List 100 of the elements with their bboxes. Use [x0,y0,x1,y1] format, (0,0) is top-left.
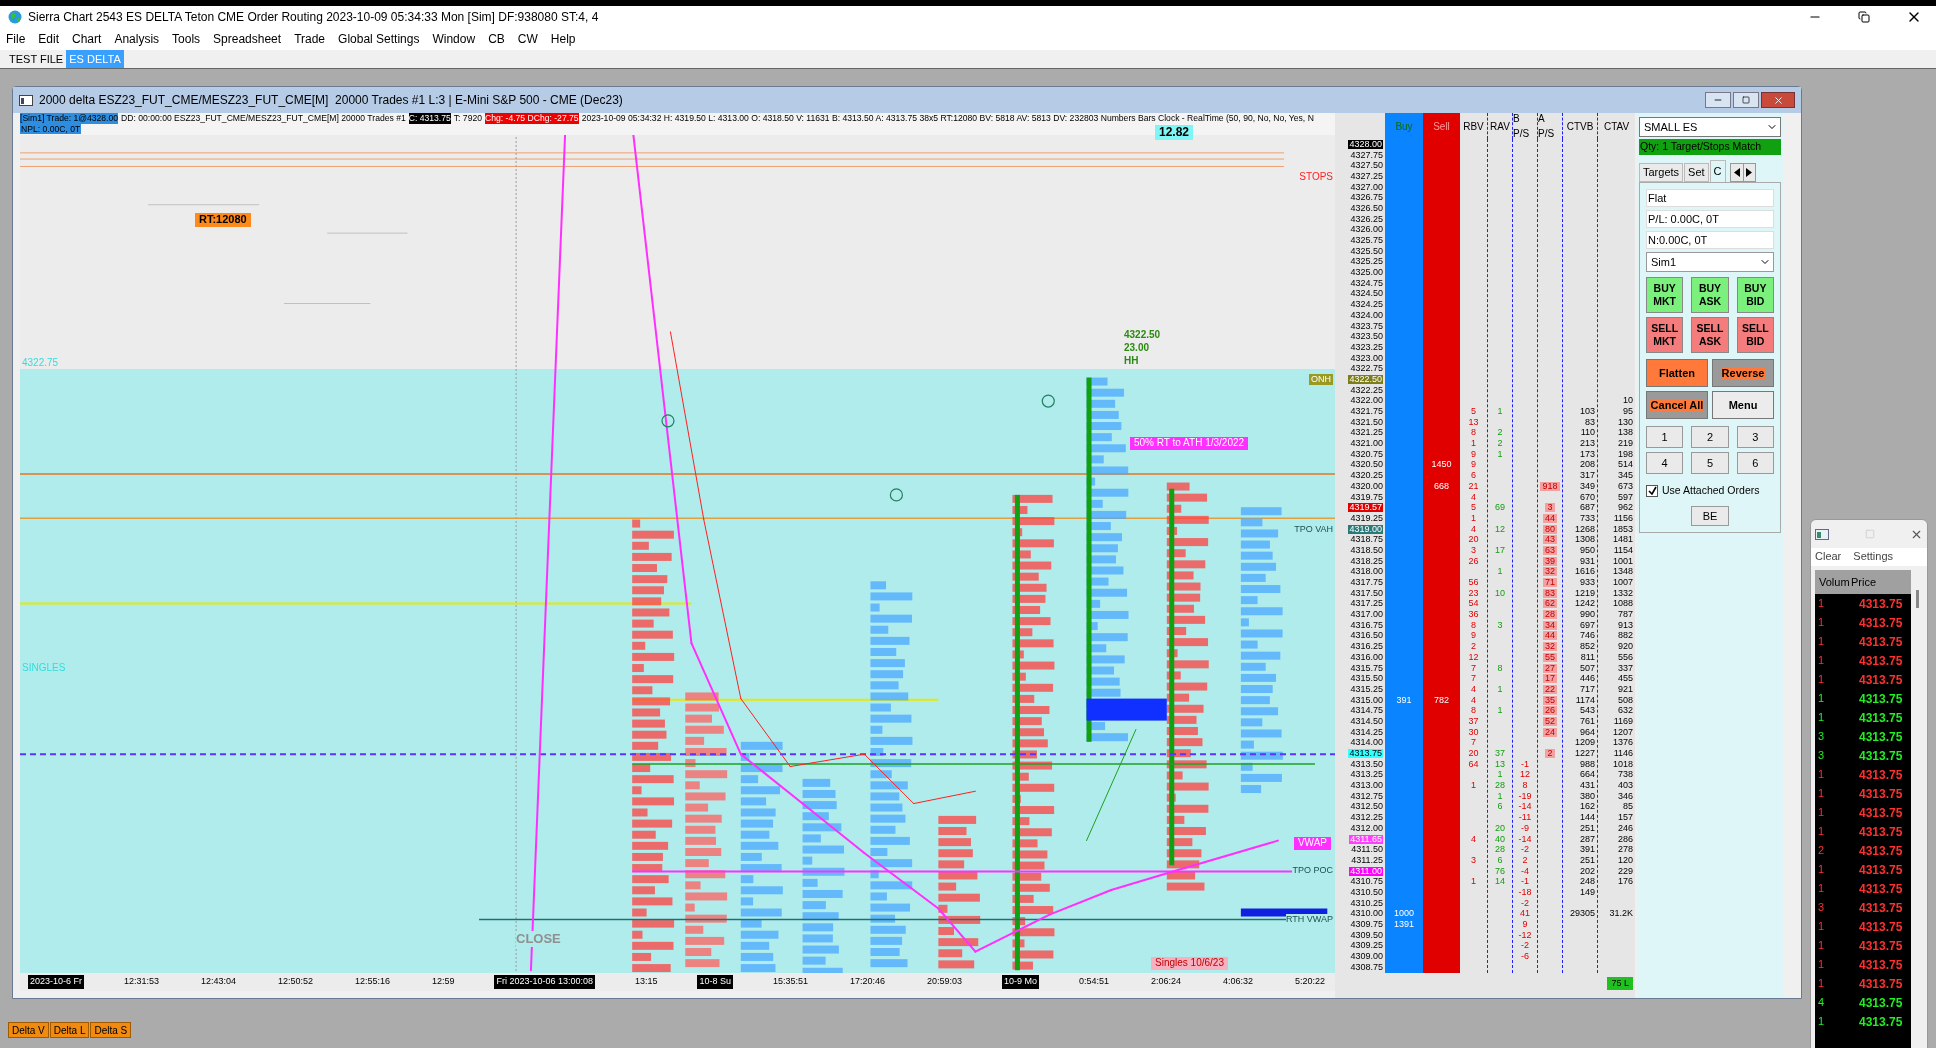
menu-item[interactable]: Tools [172,30,201,48]
ask-volume-cell: 1146 [1613,749,1633,759]
close-button[interactable] [1761,92,1795,108]
menu-item[interactable]: Settings [1853,548,1894,566]
menu-item[interactable]: File [6,30,26,48]
chartbook-tab[interactable]: Delta V [8,1022,49,1038]
time-label: Fri 2023-10-06 13:00:08 [494,975,596,989]
recent-ask-volume-cell: 3 [1497,620,1503,630]
menu-item[interactable]: Analysis [114,30,160,48]
maximize-button[interactable] [1733,92,1759,108]
menu-item[interactable]: Clear [1815,548,1842,566]
bid-pull-stack-cell: -11 [1518,813,1532,823]
trade-price: 4313.75 [1859,747,1903,765]
price-label: 4325.00 [1350,268,1383,278]
account-select[interactable]: Sim1 [1646,252,1774,272]
panel-tab[interactable]: Targets [1639,163,1684,182]
breakeven-button[interactable]: BE [1691,505,1729,526]
right-triangle-icon[interactable] [1742,164,1755,181]
quantity-button[interactable]: 6 [1736,452,1774,474]
menu-item[interactable]: CB [488,30,505,48]
menu-item[interactable]: Chart [72,30,102,48]
price-label: 4311.50 [1351,845,1383,855]
time-label: 15:35:51 [771,975,809,989]
action-button[interactable]: Menu [1712,391,1774,419]
bid-volume-cell: 852 [1579,642,1595,652]
recent-bid-volume-cell: 4 [1471,684,1476,694]
order-button[interactable]: BUY MKT [1646,277,1684,313]
chartbook-tab[interactable]: Delta L [49,1022,90,1038]
price-label: 4323.75 [1350,321,1383,331]
scrollbar-thumb[interactable] [1915,590,1919,608]
menu-item[interactable]: Spreadsheet [213,30,282,48]
recent-bid-volume-cell: 23 [1468,588,1479,598]
checkbox[interactable] [1646,484,1658,497]
chart-label: RT:12080 [195,213,251,227]
bid-pull-stack-cell: -2 [1521,941,1529,951]
ask-volume-cell: 337 [1617,663,1633,673]
panel-tab[interactable]: Set [1684,163,1709,182]
column-header: RAV [1488,113,1513,139]
price-label: 4324.75 [1350,278,1383,288]
order-button[interactable]: SELL ASK [1691,317,1729,353]
trade-window-select[interactable]: SMALL ES [1639,117,1781,137]
ask-volume-cell: 1376 [1612,738,1633,748]
price-marker: 4319.57 [1348,503,1383,513]
price-label: 4317.50 [1350,588,1383,598]
price-label: 4320.50 [1350,460,1383,470]
quantity-button[interactable]: 2 [1691,426,1729,448]
recent-ask-volume-cell: 76 [1495,866,1505,876]
column-header: Buy [1385,113,1423,139]
trade-volume: 1 [1817,596,1826,612]
restore-icon[interactable] [1858,11,1870,23]
price-label: 4319.25 [1350,513,1383,523]
action-button[interactable]: Flatten [1646,359,1708,387]
order-button[interactable]: SELL MKT [1646,317,1684,353]
recent-bid-volume-cell: 37 [1468,716,1479,726]
price-label: 4326.25 [1350,214,1383,224]
order-button[interactable]: BUY ASK [1691,277,1729,313]
recent-ask-volume-cell: 6 [1497,855,1503,865]
bid-pull-stack-cell: 2 [1522,855,1528,865]
menu-item[interactable]: Global Settings [338,30,420,48]
recent-bid-volume-cell: 7 [1471,738,1476,748]
quantity-button[interactable]: 5 [1691,452,1729,474]
recent-ask-volume-cell: 2 [1497,439,1503,449]
menu-item[interactable]: CW [517,30,538,48]
trade-price: 4313.75 [1859,1013,1903,1031]
recent-ask-volume-cell: 2 [1497,428,1503,438]
trade-volume: 1 [1817,710,1826,726]
minimize-button[interactable] [1705,92,1731,108]
trade-price: 4313.75 [1859,766,1903,784]
price-marker: 4328.00 [1348,139,1383,149]
quantity-button[interactable]: 4 [1646,452,1684,474]
order-button[interactable]: BUY BID [1736,277,1774,313]
price-label: 4327.25 [1350,171,1383,181]
recent-bid-volume-cell: 4 [1471,524,1476,534]
action-button[interactable]: Reverse [1712,359,1774,387]
ask-volume-cell: 787 [1617,610,1633,620]
quantity-button[interactable]: 1 [1646,426,1684,448]
bid-pull-stack-cell: 9 [1522,920,1528,930]
price-label: 4316.50 [1350,631,1383,641]
ask-volume-cell: 403 [1617,781,1633,791]
trade-volume: 1 [1817,672,1826,688]
ask-pull-stack-cell: 26 [1543,706,1557,716]
price-label: 4318.75 [1350,535,1383,545]
net-profit-loss: NPL: 0.00C, 0T [20,124,82,134]
menu-item[interactable]: Trade [294,30,326,48]
menu-item[interactable]: Edit [38,30,60,48]
price-label: 4313.00 [1350,781,1383,791]
menu-item[interactable]: Window [432,30,476,48]
ask-volume-cell: 1481 [1612,535,1633,545]
chartbook-tab[interactable]: TEST FILE [6,50,67,68]
chartbook-tab[interactable]: Delta S [90,1022,132,1038]
menu-item[interactable]: Help [550,30,576,48]
ask-volume-cell: 1156 [1613,513,1633,523]
panel-tab[interactable]: C [1709,160,1726,182]
action-button[interactable]: Cancel All [1646,391,1708,419]
bid-volume-cell: 1209 [1574,738,1595,748]
quantity-button[interactable]: 3 [1736,426,1774,448]
chart-label: 12.82 [1155,125,1194,140]
order-button[interactable]: SELL BID [1736,317,1774,353]
globe-icon [8,10,22,24]
ask-pull-stack-cell: 22 [1543,684,1557,694]
